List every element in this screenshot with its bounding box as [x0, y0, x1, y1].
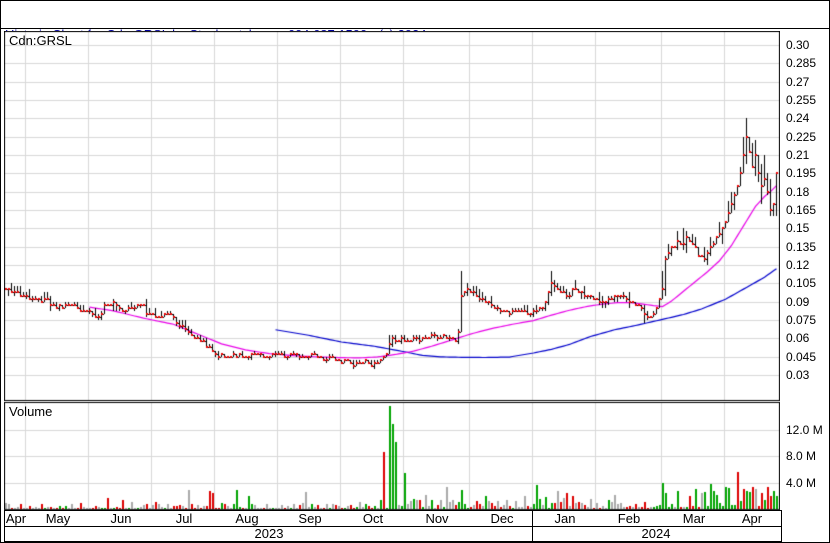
- x-axis-months: Apr May Jun Jul Aug Sep Oct Nov Dec Jan Feb Mar Apr: [4, 510, 782, 527]
- month-label: Nov: [419, 511, 455, 526]
- month-label: Jan: [547, 511, 583, 526]
- price-tick-label: 0.075: [786, 313, 830, 327]
- price-volume-plot-canvas: [4, 31, 780, 511]
- month-label: Feb: [611, 511, 647, 526]
- price-tick-label: 0.105: [786, 276, 830, 290]
- volume-tick-label: 12.0 M: [786, 423, 830, 437]
- price-tick-label: 0.045: [786, 350, 830, 364]
- year-boundary-divider: [532, 527, 533, 541]
- year-label: 2023: [247, 527, 291, 541]
- price-tick-label: 0.165: [786, 203, 830, 217]
- price-tick-label: 0.03: [786, 368, 830, 382]
- month-label: May: [40, 511, 76, 526]
- price-tick-label: 0.15: [786, 221, 830, 235]
- price-tick-label: 0.24: [786, 111, 830, 125]
- price-tick-label: 0.195: [786, 166, 830, 180]
- volume-tick-label: 4.0 M: [786, 476, 830, 490]
- volume-pane-label: Volume: [9, 404, 52, 419]
- volume-tick-label: 8.0 M: [786, 449, 830, 463]
- month-label: Apr: [734, 511, 770, 526]
- x-axis-years: 2023 2024: [4, 527, 782, 542]
- price-tick-label: 0.18: [786, 185, 830, 199]
- month-label: Jun: [103, 511, 139, 526]
- price-tick-label: 0.06: [786, 331, 830, 345]
- year-label: 2024: [634, 527, 678, 541]
- stock-chart-window: Historic Chart for Cdn:GRSL by Stockwatc…: [0, 0, 830, 543]
- price-tick-label: 0.135: [786, 240, 830, 254]
- price-tick-label: 0.225: [786, 130, 830, 144]
- price-tick-label: 0.21: [786, 148, 830, 162]
- month-label: Aug: [229, 511, 265, 526]
- month-label: Oct: [355, 511, 391, 526]
- month-label: Jul: [166, 511, 202, 526]
- symbol-label: Cdn:GRSL: [9, 33, 72, 48]
- year-boundary-divider: [532, 511, 533, 526]
- price-tick-label: 0.09: [786, 295, 830, 309]
- month-label: Sep: [292, 511, 328, 526]
- price-tick-label: 0.12: [786, 258, 830, 272]
- month-label: Mar: [676, 511, 712, 526]
- chart-header: Historic Chart for Cdn:GRSL by Stockwatc…: [0, 0, 830, 29]
- month-label: Apr: [4, 511, 34, 526]
- month-label: Dec: [484, 511, 520, 526]
